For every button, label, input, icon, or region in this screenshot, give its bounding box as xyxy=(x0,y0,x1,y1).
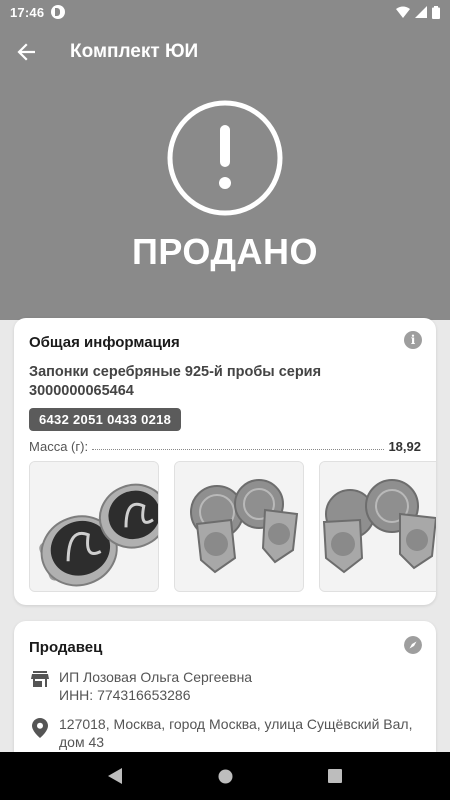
back-arrow-icon xyxy=(17,43,35,61)
cufflinks-photo-3 xyxy=(320,462,436,591)
product-photo[interactable] xyxy=(174,461,304,592)
info-icon[interactable]: i xyxy=(404,331,422,349)
nav-back-button[interactable] xyxy=(95,756,135,796)
seller-address-row: 127018, Москва, город Москва, улица Сущё… xyxy=(29,715,421,751)
status-indicators xyxy=(396,5,440,19)
photo-gallery[interactable] xyxy=(29,461,436,594)
battery-icon xyxy=(432,5,440,19)
app-notification-icon xyxy=(51,5,66,19)
system-nav-bar xyxy=(0,752,450,800)
header: Комплект ЮИ ПРОДАНО xyxy=(0,24,450,320)
seller-name: ИП Лозовая Ольга Сергеевна xyxy=(59,669,253,685)
nav-recents-button[interactable] xyxy=(315,756,355,796)
seller-name-row: ИП Лозовая Ольга Сергеевна ИНН: 77431665… xyxy=(29,668,252,704)
status-time: 17:46 xyxy=(10,4,45,20)
seller-address: 127018, Москва, город Москва, улица Сущё… xyxy=(59,716,413,750)
nav-recents-icon xyxy=(328,769,342,783)
mass-leader-dots xyxy=(92,449,385,450)
store-icon xyxy=(31,671,49,687)
seller-details: ИП Лозовая Ольга Сергеевна ИНН: 77431665… xyxy=(59,668,252,704)
mass-value: 18,92 xyxy=(388,439,421,454)
barcode-chip: 6432 2051 0433 0218 xyxy=(29,408,182,431)
mass-label: Масса (г): xyxy=(29,439,89,454)
product-name: Запонки серебряные 925-й пробы серия 300… xyxy=(29,364,322,399)
cufflinks-photo-2 xyxy=(175,462,303,591)
status-bar: 17:46 xyxy=(0,0,450,24)
page-title: Комплект ЮИ xyxy=(70,41,199,62)
back-button[interactable] xyxy=(10,36,42,68)
location-pin-icon xyxy=(32,718,48,738)
product-photo[interactable] xyxy=(29,461,159,592)
wifi-icon xyxy=(396,6,410,18)
general-info-title: Общая информация xyxy=(29,334,180,351)
cufflinks-photo-1 xyxy=(30,462,158,591)
nav-home-icon xyxy=(218,769,232,783)
product-photo[interactable] xyxy=(319,461,436,592)
seller-inn: ИНН: 774316653286 xyxy=(59,687,191,703)
cell-signal-icon xyxy=(415,6,427,18)
nav-home-button[interactable] xyxy=(205,756,245,796)
exclamation-circle-icon xyxy=(167,100,283,216)
nav-back-icon xyxy=(108,768,122,784)
seller-title: Продавец xyxy=(29,639,103,656)
sold-status-text: ПРОДАНО xyxy=(131,231,319,272)
compass-icon[interactable] xyxy=(404,636,422,654)
mass-row: Масса (г): 18,92 xyxy=(29,439,421,454)
general-info-card: Общая информация i Запонки серебряные 92… xyxy=(14,318,436,605)
